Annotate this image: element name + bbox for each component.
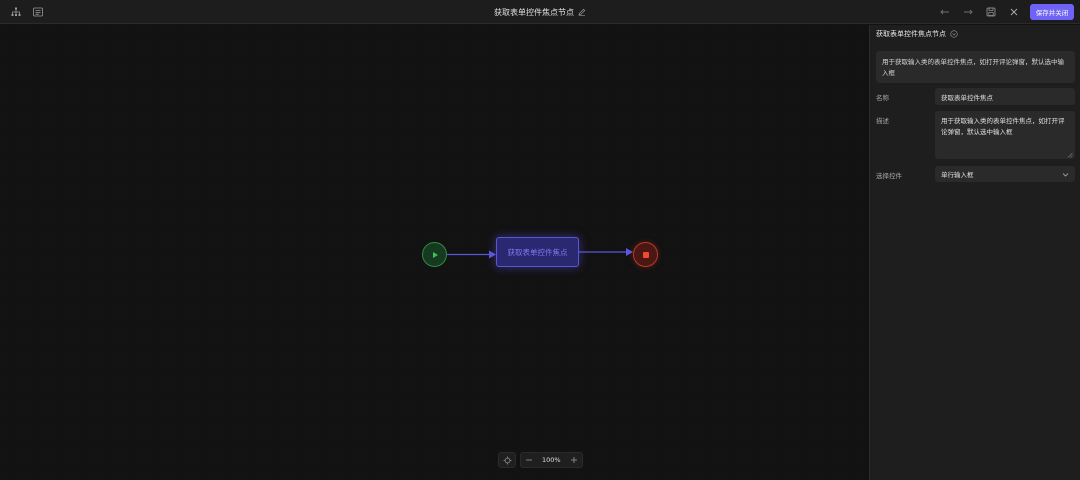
control-select[interactable]: 单行输入框: [935, 166, 1075, 182]
save-and-close-button[interactable]: 保存并关闭: [1030, 4, 1074, 20]
save-disk-icon[interactable]: [983, 4, 999, 20]
zoom-level: 100%: [542, 456, 561, 464]
control-select-value: 单行输入框: [941, 171, 974, 179]
zoom-in-button[interactable]: [566, 453, 582, 467]
name-label: 名称: [876, 94, 889, 102]
process-node[interactable]: 获取表单控件焦点: [496, 237, 579, 267]
properties-panel: 获取表单控件焦点节点 用于获取输入类的表单控件焦点，如打开评论弹窗，默认选中输入…: [869, 25, 1080, 480]
top-toolbar: 获取表单控件焦点节点 保存并关闭: [0, 0, 1080, 24]
flow-title: 获取表单控件焦点节点: [494, 7, 574, 17]
zoom-controls: 100%: [498, 452, 583, 468]
name-field[interactable]: 获取表单控件焦点: [935, 88, 1075, 105]
node-description-box: 用于获取输入类的表单控件焦点，如打开评论弹窗，默认选中输入框: [876, 51, 1075, 83]
select-control-label: 选择控件: [876, 172, 902, 180]
description-text: 用于获取输入类的表单控件焦点，如打开评论弹窗，默认选中输入框: [941, 117, 1065, 136]
end-node[interactable]: [633, 242, 658, 267]
zoom-box: 100%: [520, 452, 583, 468]
collapse-chevron-icon[interactable]: [950, 30, 958, 38]
zoom-out-button[interactable]: [521, 453, 537, 467]
stop-icon: [642, 251, 649, 258]
fit-view-icon[interactable]: [499, 453, 515, 467]
chevron-down-icon: [1062, 171, 1069, 178]
resize-grip-icon[interactable]: [1067, 151, 1073, 158]
fit-view-box: [498, 452, 516, 468]
title-area: 获取表单控件焦点节点: [0, 0, 1080, 24]
undo-icon[interactable]: [937, 4, 953, 20]
edit-pencil-icon[interactable]: [578, 8, 586, 16]
panel-header: 获取表单控件焦点节点: [876, 29, 958, 39]
flow-tree-icon[interactable]: [8, 4, 24, 20]
start-node[interactable]: [422, 242, 447, 267]
process-node-label: 获取表单控件焦点: [507, 247, 568, 257]
play-icon: [431, 251, 439, 259]
panel-title: 获取表单控件焦点节点: [876, 30, 946, 38]
redo-icon[interactable]: [960, 4, 976, 20]
description-textarea[interactable]: 用于获取输入类的表单控件焦点，如打开评论弹窗，默认选中输入框: [935, 111, 1075, 159]
list-view-icon[interactable]: [30, 4, 46, 20]
description-label: 描述: [876, 117, 889, 125]
close-icon[interactable]: [1006, 4, 1022, 20]
